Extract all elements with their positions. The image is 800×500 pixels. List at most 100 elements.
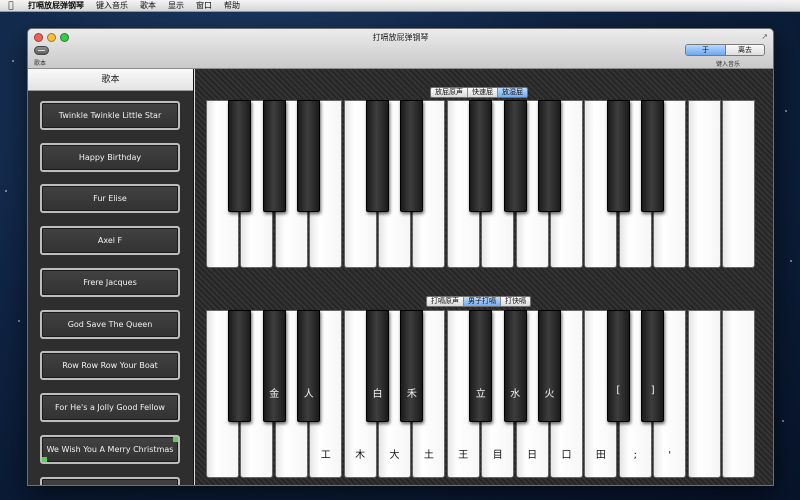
song-item[interactable]: Frere Jacques — [40, 268, 180, 297]
black-key[interactable]: 白 — [366, 310, 389, 422]
keyin-label: 键入音乐 — [715, 61, 740, 68]
black-key[interactable] — [400, 100, 424, 212]
key-label: 王 — [458, 450, 469, 461]
key-label: 田 — [595, 450, 606, 461]
song-item[interactable]: Fur Elise — [40, 184, 180, 213]
white-key[interactable] — [722, 310, 755, 478]
key-label: 立 — [475, 389, 486, 400]
fart-sound-option-selected[interactable]: 放湿屁 — [497, 88, 527, 97]
black-key[interactable] — [503, 100, 527, 212]
fart-sound-option[interactable]: 快速屁 — [467, 88, 497, 97]
key-label: 日 — [527, 450, 538, 461]
burp-keyboard: 工 木 大 土 王 目 日 口 田; ' 金 人 白 禾 立 水 火 [] — [206, 310, 756, 478]
key-label: 禾 — [406, 389, 417, 400]
song-title: For He's a Jolly Good Fellow — [55, 403, 165, 412]
key-label: ; — [633, 450, 637, 461]
black-key[interactable]: [ — [606, 310, 630, 422]
black-key[interactable] — [641, 100, 665, 212]
keyin-segment-option-off[interactable]: 离去 — [725, 45, 764, 55]
fart-keyboard — [206, 100, 756, 268]
key-label: 白 — [372, 389, 383, 400]
black-key[interactable] — [228, 100, 252, 212]
title-bar: 打嗝放屁弹钢琴 ↗ 歌本 于 离去 键入音乐 — [28, 29, 773, 69]
black-key[interactable]: ] — [641, 310, 665, 422]
black-key[interactable] — [538, 100, 561, 212]
song-title: God Save The Queen — [67, 320, 153, 329]
sidebar-header: 歌本 — [28, 69, 193, 91]
song-title: Frere Jacques — [83, 278, 137, 287]
apple-icon[interactable]:  — [0, 1, 22, 11]
keyin-segment: 于 离去 — [685, 44, 765, 56]
black-key[interactable]: 金 — [262, 310, 286, 422]
songbook-toggle-button[interactable] — [34, 46, 49, 55]
selection-corner-icon — [173, 437, 178, 442]
window-title: 打嗝放屁弹钢琴 — [372, 33, 429, 42]
key-label: 木 — [355, 450, 366, 461]
keyin-segment-option-on[interactable]: 于 — [686, 45, 725, 55]
burp-sound-selector: 打嗝原声 男子打嗝 打快嗝 — [426, 296, 531, 307]
star — [5, 190, 7, 192]
star — [785, 110, 787, 112]
song-item-selected[interactable]: We Wish You A Merry Christmas — [40, 435, 180, 464]
app-window: 打嗝放屁弹钢琴 ↗ 歌本 于 离去 键入音乐 歌本 Twinkle Twinkl… — [27, 28, 774, 486]
fullscreen-icon[interactable]: ↗ — [761, 32, 768, 41]
burp-sound-option-selected[interactable]: 男子打嗝 — [463, 297, 500, 306]
key-label: 金 — [269, 389, 280, 400]
fart-sound-option[interactable]: 放屁原声 — [431, 88, 467, 97]
black-key[interactable] — [469, 100, 493, 212]
songbook-toggle-label: 歌本 — [34, 60, 47, 67]
song-title: We Wish You A Merry Christmas — [46, 445, 174, 454]
menu-item-help[interactable]: 帮助 — [218, 0, 246, 12]
black-key[interactable] — [366, 100, 389, 212]
menu-item-window[interactable]: 窗口 — [190, 0, 218, 12]
black-key[interactable] — [297, 100, 321, 212]
black-key[interactable]: 水 — [503, 310, 527, 422]
key-label: ' — [668, 450, 672, 461]
song-title: Row Row Row Your Boat — [62, 361, 158, 370]
white-key[interactable] — [687, 100, 721, 268]
key-label: 土 — [423, 450, 434, 461]
black-key[interactable]: 禾 — [400, 310, 424, 422]
menu-bar:  打嗝放屁弹钢琴 键入音乐 歌本 显示 窗口 帮助 — [0, 0, 800, 12]
song-item[interactable]: Axel F — [40, 226, 180, 255]
menu-item-keyin[interactable]: 键入音乐 — [90, 0, 134, 12]
menu-item-songbook[interactable]: 歌本 — [134, 0, 162, 12]
burp-sound-option[interactable]: 打快嗝 — [500, 297, 530, 306]
black-key[interactable]: 火 — [538, 310, 561, 422]
song-title: Twinkle Twinkle Little Star — [58, 111, 162, 120]
song-title: Axel F — [97, 236, 123, 245]
song-item[interactable]: Row Row Row Your Boat — [40, 351, 180, 380]
song-item[interactable]: God Save The Queen — [40, 310, 180, 339]
song-item[interactable] — [40, 477, 180, 485]
key-label: 大 — [389, 450, 400, 461]
song-item[interactable]: Twinkle Twinkle Little Star — [40, 101, 180, 130]
key-label: 目 — [492, 450, 503, 461]
white-key[interactable] — [687, 310, 721, 478]
burp-sound-option[interactable]: 打嗝原声 — [427, 297, 463, 306]
fart-sound-selector: 放屁原声 快速屁 放湿屁 — [430, 87, 528, 98]
song-item[interactable]: For He's a Jolly Good Fellow — [40, 393, 180, 422]
black-key[interactable]: 人 — [297, 310, 321, 422]
selection-corner-icon — [42, 457, 47, 462]
piano-area: 放屁原声 快速屁 放湿屁 打嗝原声 男子打嗝 打快嗝 工 木 大 土 王 目 日 口 田; ' 金 人… — [195, 69, 773, 485]
star — [18, 320, 20, 322]
menu-item-view[interactable]: 显示 — [162, 0, 190, 12]
key-label: 工 — [320, 450, 331, 461]
black-key[interactable] — [262, 100, 286, 212]
key-label: 火 — [544, 389, 555, 400]
black-key[interactable] — [228, 310, 252, 422]
star — [782, 420, 784, 422]
white-key[interactable] — [722, 100, 755, 268]
songbook-sidebar: 歌本 Twinkle Twinkle Little Star Happy Bir… — [28, 69, 194, 485]
star — [790, 260, 792, 262]
menu-app-name[interactable]: 打嗝放屁弹钢琴 — [22, 0, 90, 12]
star — [12, 60, 14, 62]
key-label: 人 — [303, 389, 314, 400]
key-label: 水 — [510, 389, 521, 400]
song-title: Happy Birthday — [78, 153, 142, 162]
song-title: Fur Elise — [93, 194, 127, 203]
black-key[interactable]: 立 — [469, 310, 493, 422]
black-key[interactable] — [606, 100, 630, 212]
key-label: ] — [650, 385, 655, 396]
song-item[interactable]: Happy Birthday — [40, 143, 180, 172]
